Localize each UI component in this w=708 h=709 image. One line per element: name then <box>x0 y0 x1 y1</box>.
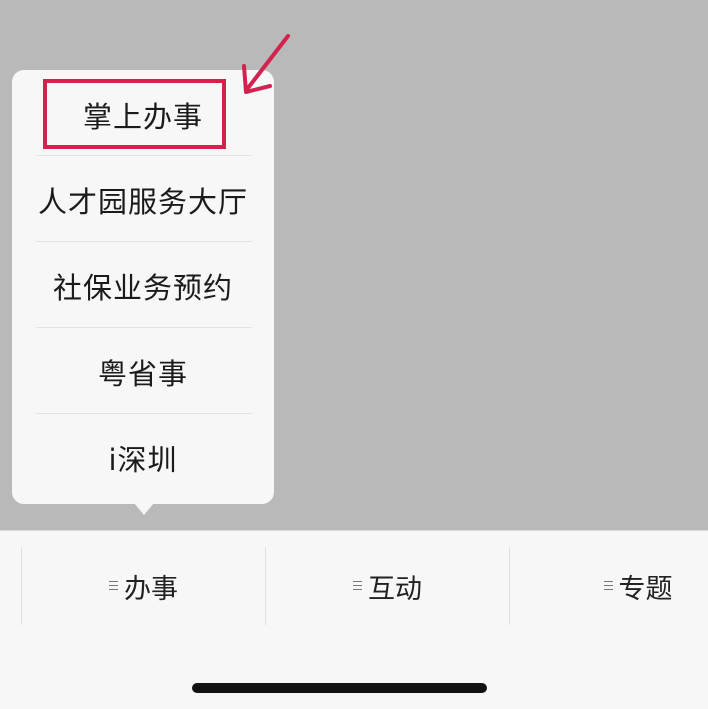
tab-hudong[interactable]: 互动 <box>266 547 509 625</box>
menu-item-shebao-yewu-yuyue[interactable]: 社保业务预约 <box>12 243 274 329</box>
home-indicator <box>192 683 487 693</box>
menu-item-yueshengshi[interactable]: 粤省事 <box>12 329 274 415</box>
arrow-icon <box>242 34 290 94</box>
menu-divider <box>36 413 252 414</box>
menu-item-label: 人才园服务大厅 <box>37 185 248 219</box>
menu-divider <box>36 327 252 328</box>
tab-label: 专题 <box>618 573 673 605</box>
menu-lines-icon <box>109 578 118 593</box>
menu-item-label: 粤省事 <box>97 357 188 391</box>
tab-label: 互动 <box>368 573 422 605</box>
menu-divider <box>36 155 252 156</box>
menu-lines-icon <box>353 578 362 593</box>
menu-lines-icon <box>603 578 613 593</box>
menu-item-i-shenzhen[interactable]: i深圳 <box>12 415 274 501</box>
tab-zhuanti[interactable]: 专题 <box>510 547 708 625</box>
popup-caret <box>134 503 154 515</box>
highlight-box <box>43 79 226 149</box>
menu-divider <box>36 241 252 242</box>
menu-item-label: 社保业务预约 <box>52 271 233 305</box>
tab-banshi[interactable]: 办事 <box>22 547 265 625</box>
menu-item-rencaiyuan-fuwu-dating[interactable]: 人才园服务大厅 <box>12 157 274 243</box>
menu-item-label: i深圳 <box>108 443 178 477</box>
tab-label: 办事 <box>124 573 178 605</box>
